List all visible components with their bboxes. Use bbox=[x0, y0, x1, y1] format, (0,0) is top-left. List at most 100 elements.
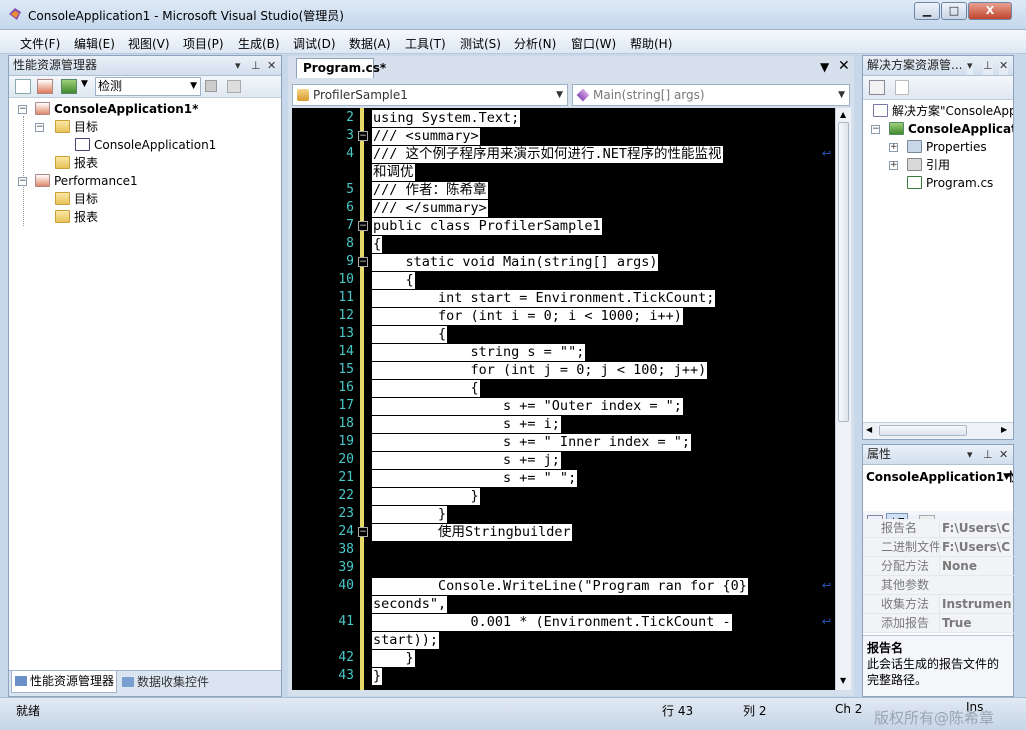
code-line[interactable]: for (int j = 0; j < 100; j++) bbox=[372, 362, 708, 379]
code-line[interactable]: s += j; bbox=[372, 452, 561, 469]
menu-project[interactable]: 项目(P) bbox=[183, 35, 224, 52]
chevron-down-icon[interactable]: ▼ bbox=[81, 79, 88, 89]
tab-performance-explorer[interactable]: 性能资源管理器 bbox=[11, 671, 117, 693]
menu-data[interactable]: 数据(A) bbox=[349, 35, 391, 52]
tree-item-references[interactable]: 引用 bbox=[907, 156, 950, 174]
launch-profiling-icon[interactable] bbox=[61, 79, 77, 94]
code-line[interactable]: string s = ""; bbox=[372, 344, 586, 361]
collapse-icon[interactable]: − bbox=[35, 123, 44, 132]
menu-view[interactable]: 视图(V) bbox=[128, 35, 170, 52]
code-line[interactable] bbox=[372, 542, 382, 559]
fold-icon[interactable]: − bbox=[358, 221, 368, 231]
new-session-icon[interactable] bbox=[37, 79, 53, 94]
property-row[interactable]: 报告名 F:\Users\C bbox=[863, 519, 1014, 538]
tree-item-session2[interactable]: Performance1 bbox=[35, 172, 138, 190]
code-line[interactable]: /// 作者：陈希章 bbox=[372, 182, 488, 199]
properties-icon[interactable] bbox=[869, 80, 885, 95]
code-line[interactable]: static void Main(string[] args) bbox=[372, 254, 659, 271]
menu-help[interactable]: 帮助(H) bbox=[630, 35, 672, 52]
pin-icon[interactable]: ⊥ bbox=[983, 445, 993, 464]
tree-item-project[interactable]: ConsoleApplication bbox=[889, 120, 1013, 138]
tab-program-cs[interactable]: Program.cs* bbox=[296, 58, 386, 78]
code-line[interactable]: s += "Outer index = "; bbox=[372, 398, 683, 415]
code-line[interactable]: for (int i = 0; i < 1000; i++) bbox=[372, 308, 683, 325]
code-line[interactable] bbox=[372, 560, 382, 577]
class-combo[interactable]: ProfilerSample1 ▼ bbox=[292, 84, 568, 106]
fold-icon[interactable]: − bbox=[358, 527, 368, 537]
code-line[interactable]: { bbox=[372, 272, 415, 289]
dropdown-icon[interactable]: ▾ bbox=[235, 56, 241, 75]
property-row[interactable]: 收集方法 Instrumen bbox=[863, 595, 1014, 614]
code-line[interactable]: } bbox=[372, 506, 448, 523]
code-line[interactable]: Console.WriteLine("Program ran for {0} bbox=[372, 578, 748, 595]
code-line[interactable]: /// 这个例子程序用来演示如何进行.NET程序的性能监视 bbox=[372, 146, 723, 163]
tree-item-reports[interactable]: 报表 bbox=[55, 154, 98, 172]
dropdown-icon[interactable]: ▾ bbox=[967, 56, 973, 75]
profiling-method-select[interactable]: 检测 ▼ bbox=[95, 77, 201, 96]
close-icon[interactable]: ✕ bbox=[999, 56, 1009, 75]
expand-icon[interactable]: + bbox=[889, 161, 898, 170]
code-line[interactable]: /// </summary> bbox=[372, 200, 488, 217]
property-row[interactable]: 添加报告 True bbox=[863, 614, 1014, 633]
code-line[interactable]: public class ProfilerSample1 bbox=[372, 218, 602, 235]
code-line[interactable]: } bbox=[372, 488, 480, 505]
menu-file[interactable]: 文件(F) bbox=[20, 35, 60, 52]
code-line[interactable]: s += " Inner index = "; bbox=[372, 434, 691, 451]
property-row[interactable]: 分配方法 None bbox=[863, 557, 1014, 576]
tree-item-program-cs[interactable]: Program.cs bbox=[907, 174, 993, 192]
code-line[interactable]: 和调优 bbox=[372, 164, 415, 181]
tree-item-solution[interactable]: 解决方案"ConsoleAppl bbox=[873, 102, 1013, 120]
fold-icon[interactable]: − bbox=[358, 131, 368, 141]
code-line[interactable]: 0.001 * (Environment.TickCount - bbox=[372, 614, 732, 631]
menu-tools[interactable]: 工具(T) bbox=[405, 35, 446, 52]
code-line[interactable]: int start = Environment.TickCount; bbox=[372, 290, 716, 307]
dropdown-icon[interactable]: ▾ bbox=[967, 445, 973, 464]
tab-dropdown-icon[interactable]: ▼ bbox=[820, 60, 829, 74]
launch-wizard-icon[interactable] bbox=[15, 79, 31, 94]
close-button[interactable]: X bbox=[968, 2, 1012, 20]
menu-test[interactable]: 测试(S) bbox=[460, 35, 501, 52]
menu-debug[interactable]: 调试(D) bbox=[293, 35, 336, 52]
code-line[interactable]: } bbox=[372, 668, 383, 685]
fold-icon[interactable]: − bbox=[358, 257, 368, 267]
tab-data-collection[interactable]: 数据收集控件 bbox=[119, 673, 219, 693]
show-all-files-icon[interactable] bbox=[895, 80, 909, 95]
scroll-down-icon[interactable]: ▼ bbox=[840, 676, 846, 685]
collapse-icon[interactable]: − bbox=[871, 125, 880, 134]
tree-item-properties[interactable]: Properties bbox=[907, 138, 987, 156]
menu-edit[interactable]: 编辑(E) bbox=[74, 35, 115, 52]
solution-horizontal-scrollbar[interactable]: ◀ ▶ bbox=[863, 422, 1013, 439]
code-line[interactable]: s += " "; bbox=[372, 470, 578, 487]
stop-icon[interactable] bbox=[205, 80, 217, 92]
code-editor[interactable]: 2 using System.Text; 3−/// <summary> 4 ↩/// … bbox=[292, 108, 835, 690]
scrollbar-thumb[interactable] bbox=[838, 122, 849, 422]
properties-object-select[interactable]: ConsoleApplication1 性 ▼ bbox=[863, 467, 1013, 489]
tree-item-target-app[interactable]: ConsoleApplication1 bbox=[75, 136, 216, 154]
tree-item-targets[interactable]: 目标 bbox=[55, 118, 98, 136]
pin-icon[interactable]: ⊥ bbox=[251, 56, 261, 75]
scroll-right-icon[interactable]: ▶ bbox=[1001, 425, 1007, 434]
code-line[interactable]: /// <summary> bbox=[372, 128, 480, 145]
scrollbar-thumb[interactable] bbox=[879, 425, 967, 436]
property-row[interactable]: 二进制文件 F:\Users\C bbox=[863, 538, 1014, 557]
code-line[interactable]: { bbox=[372, 326, 448, 343]
code-line[interactable]: 使用Stringbuilder bbox=[372, 524, 572, 541]
tree-item-reports2[interactable]: 报表 bbox=[55, 208, 98, 226]
code-line[interactable]: start)); bbox=[372, 632, 440, 649]
code-line[interactable]: s += i; bbox=[372, 416, 561, 433]
tree-item-targets2[interactable]: 目标 bbox=[55, 190, 98, 208]
close-icon[interactable]: ✕ bbox=[267, 56, 276, 75]
editor-vertical-scrollbar[interactable]: ▲ ▼ bbox=[835, 108, 851, 690]
menu-window[interactable]: 窗口(W) bbox=[571, 35, 616, 52]
close-document-icon[interactable]: ✕ bbox=[838, 58, 850, 74]
code-line[interactable]: seconds", bbox=[372, 596, 448, 613]
expand-icon[interactable]: + bbox=[889, 143, 898, 152]
code-line[interactable]: { bbox=[372, 236, 383, 253]
maximize-button[interactable]: □ bbox=[941, 2, 967, 20]
pin-icon[interactable]: ⊥ bbox=[983, 56, 993, 75]
close-icon[interactable]: ✕ bbox=[999, 445, 1008, 464]
tree-item-session[interactable]: ConsoleApplication1* bbox=[35, 100, 198, 118]
attach-icon[interactable] bbox=[227, 80, 241, 93]
member-combo[interactable]: Main(string[] args) ▼ bbox=[572, 84, 850, 106]
collapse-icon[interactable]: − bbox=[18, 177, 27, 186]
